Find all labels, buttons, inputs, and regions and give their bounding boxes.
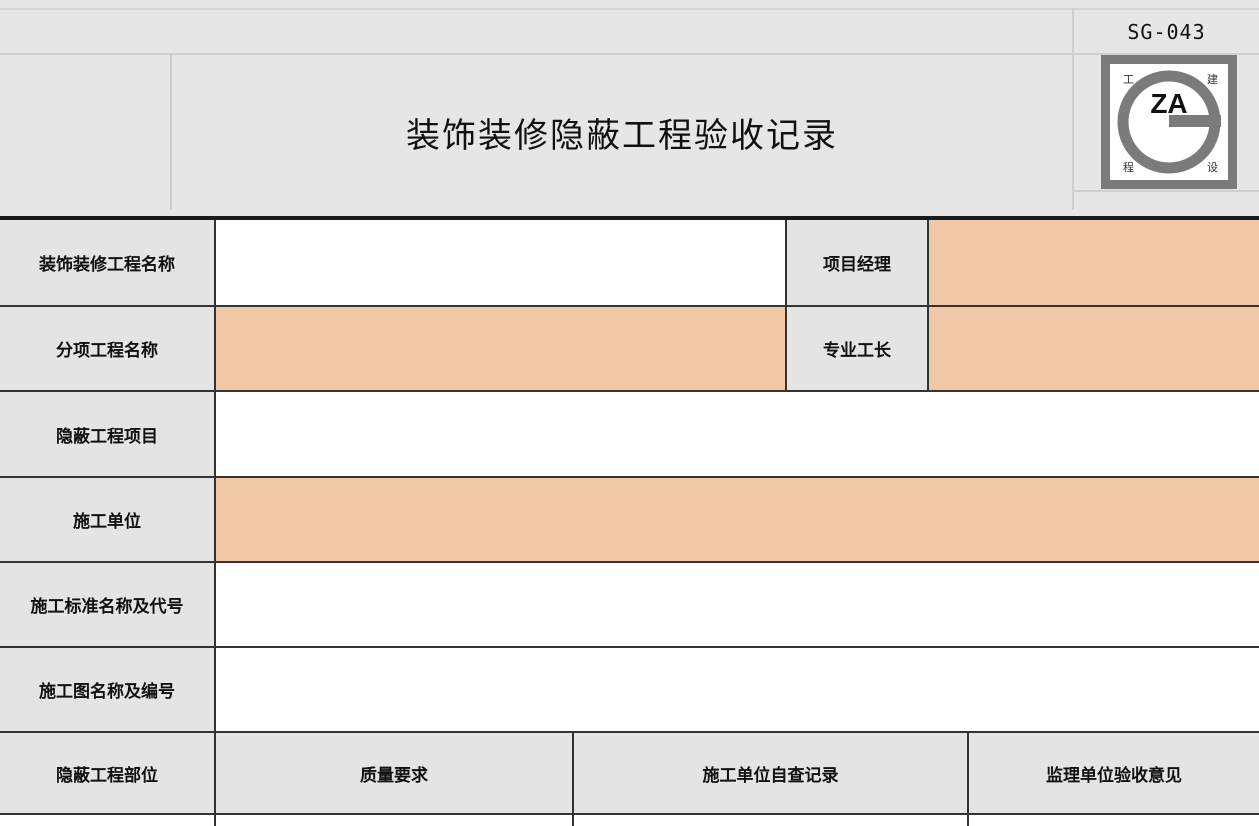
grid-line bbox=[0, 646, 1259, 648]
drawing-label: 施工图名称及编号 bbox=[0, 648, 214, 731]
contractor-field[interactable] bbox=[216, 478, 1259, 561]
svg-text:ZA: ZA bbox=[1150, 88, 1187, 119]
standard-label: 施工标准名称及代号 bbox=[0, 563, 214, 646]
page-title: 装饰装修隐蔽工程验收记录 bbox=[406, 116, 838, 156]
grid-line bbox=[0, 813, 1259, 815]
sub-project-label: 分项工程名称 bbox=[0, 307, 214, 390]
foreman-field[interactable] bbox=[929, 307, 1259, 390]
project-name-field[interactable] bbox=[216, 220, 785, 305]
grid-line bbox=[967, 731, 969, 826]
grid-line bbox=[927, 220, 929, 390]
drawing-field[interactable] bbox=[216, 648, 1259, 731]
column-header-self-check: 施工单位自查记录 bbox=[574, 733, 967, 813]
header-logo-rule bbox=[1072, 190, 1259, 192]
project-name-label: 装饰装修工程名称 bbox=[0, 220, 214, 305]
sub-project-field[interactable] bbox=[216, 307, 785, 390]
foreman-label: 专业工长 bbox=[787, 307, 927, 390]
hidden-item-field[interactable] bbox=[216, 392, 1259, 476]
column-header-supervision: 监理单位验收意见 bbox=[969, 733, 1259, 813]
column-header-location: 隐蔽工程部位 bbox=[0, 733, 214, 813]
project-manager-label: 项目经理 bbox=[787, 220, 927, 305]
grid-line bbox=[785, 220, 787, 390]
svg-text:设: 设 bbox=[1207, 161, 1218, 174]
svg-text:工: 工 bbox=[1123, 73, 1134, 86]
column-header-quality: 质量要求 bbox=[216, 733, 572, 813]
table-row bbox=[0, 815, 1259, 826]
grid-line bbox=[0, 305, 1259, 307]
header-top-rule bbox=[0, 8, 1259, 10]
grid-line bbox=[0, 731, 1259, 733]
grid-line bbox=[572, 731, 574, 826]
svg-text:程: 程 bbox=[1123, 161, 1134, 174]
grid-line bbox=[0, 561, 1259, 563]
grid-line bbox=[0, 390, 1259, 392]
grid-line bbox=[0, 476, 1259, 478]
hidden-item-label: 隐蔽工程项目 bbox=[0, 392, 214, 476]
standard-field[interactable] bbox=[216, 563, 1259, 646]
contractor-label: 施工单位 bbox=[0, 478, 214, 561]
svg-text:建: 建 bbox=[1207, 72, 1218, 86]
project-manager-field[interactable] bbox=[929, 220, 1259, 305]
grid-line bbox=[214, 220, 216, 826]
form-code: SG-043 bbox=[1127, 20, 1206, 44]
company-logo: ZA 工 建 程 设 bbox=[1101, 55, 1237, 189]
